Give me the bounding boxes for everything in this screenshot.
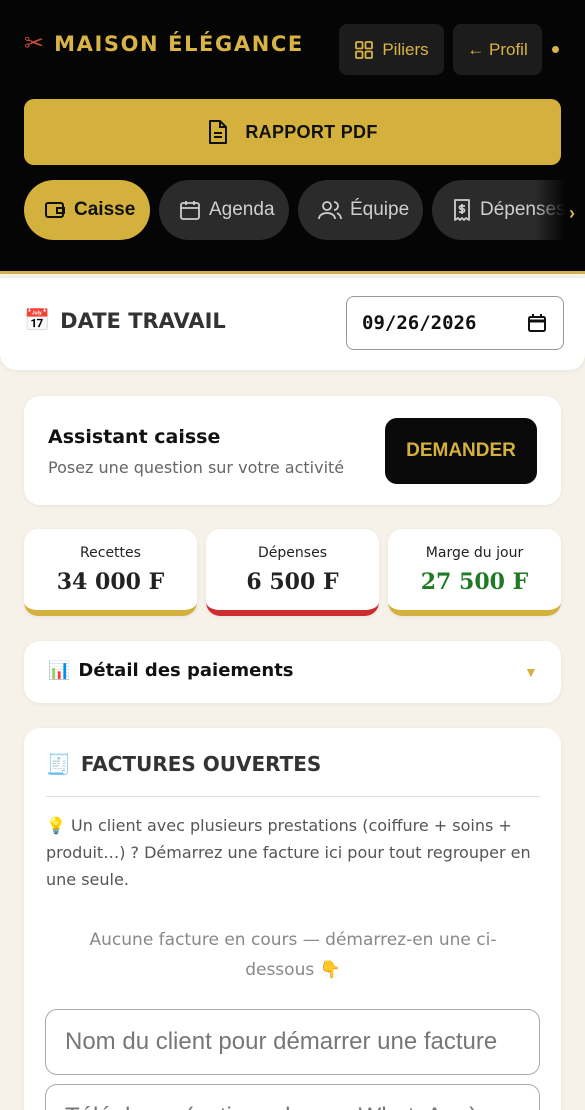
- stat-value: 6 500 F: [246, 569, 339, 595]
- receipt-icon: [454, 199, 470, 221]
- invoice-tip: 💡 Un client avec plusieurs prestations (…: [46, 816, 531, 889]
- piliers-button[interactable]: Piliers: [339, 24, 444, 75]
- open-invoices-label: FACTURES OUVERTES: [80, 752, 322, 776]
- stat-recettes: Recettes 34 000 F: [24, 529, 197, 616]
- chart-emoji-icon: 📊: [48, 660, 71, 681]
- stat-depenses: Dépenses 6 500 F: [206, 529, 379, 616]
- work-date-label: DATE TRAVAIL: [60, 308, 226, 333]
- receipt-emoji-icon: 🧾: [46, 752, 71, 776]
- calendar-icon: [180, 201, 200, 220]
- work-date-title: 📅 DATE TRAVAIL: [24, 308, 226, 333]
- profil-label: ← Profil: [467, 39, 528, 59]
- stat-value: 27 500 F: [420, 569, 529, 595]
- stat-label: Marge du jour: [425, 545, 524, 561]
- tab-agenda[interactable]: Agenda: [159, 180, 289, 240]
- client-phone-input[interactable]: [45, 1084, 540, 1110]
- open-invoices-title: 🧾 FACTURES OUVERTES: [46, 752, 321, 776]
- stat-value: 34 000 F: [56, 569, 165, 595]
- grid-icon: [355, 40, 374, 59]
- status-dot: [552, 46, 559, 53]
- work-date-input[interactable]: 09/26/2026: [346, 296, 564, 350]
- wallet-icon: [45, 202, 65, 218]
- tab-bar: Caisse Agenda Équipe Dépenses: [0, 180, 585, 242]
- tab-caisse[interactable]: Caisse: [24, 180, 150, 240]
- client-name-input[interactable]: [45, 1009, 540, 1075]
- tabs-scroll-right-icon[interactable]: ›: [569, 203, 575, 224]
- chevron-down-icon[interactable]: ▼: [524, 664, 538, 680]
- divider: [46, 796, 540, 797]
- scissors-icon: ✂: [24, 30, 45, 57]
- pdf-label: RAPPORT PDF: [245, 121, 378, 142]
- stat-marge: Marge du jour 27 500 F: [388, 529, 561, 616]
- calendar-picker-icon[interactable]: [527, 313, 547, 333]
- payment-detail-label: Détail des paiements: [78, 660, 294, 681]
- work-date-value: 09/26/2026: [362, 312, 477, 334]
- users-icon: [318, 201, 342, 220]
- assistant-subtitle: Posez une question sur votre activité: [48, 458, 345, 477]
- pdf-report-button[interactable]: RAPPORT PDF: [24, 99, 561, 165]
- tab-label: Équipe: [350, 199, 410, 220]
- tab-equipe[interactable]: Équipe: [298, 180, 423, 240]
- invoice-empty-state: Aucune facture en cours — démarrez-en un…: [89, 930, 497, 980]
- tab-label: Caisse: [74, 199, 136, 220]
- payment-detail-title: 📊 Détail des paiements: [48, 660, 294, 681]
- profil-button[interactable]: ← Profil: [453, 24, 542, 75]
- calendar-emoji-icon: 📅: [24, 308, 51, 332]
- tab-label: Agenda: [209, 199, 275, 220]
- stat-label: Recettes: [80, 545, 141, 561]
- brand-name: MAISON ÉLÉGANCE: [54, 32, 304, 56]
- document-icon: [209, 120, 228, 144]
- stat-label: Dépenses: [258, 545, 327, 561]
- brand: ✂ MAISON ÉLÉGANCE: [24, 30, 304, 57]
- ask-button[interactable]: DEMANDER: [385, 418, 537, 484]
- piliers-label: Piliers: [382, 39, 429, 59]
- tabs-fade: [535, 180, 585, 242]
- assistant-title: Assistant caisse: [48, 426, 221, 448]
